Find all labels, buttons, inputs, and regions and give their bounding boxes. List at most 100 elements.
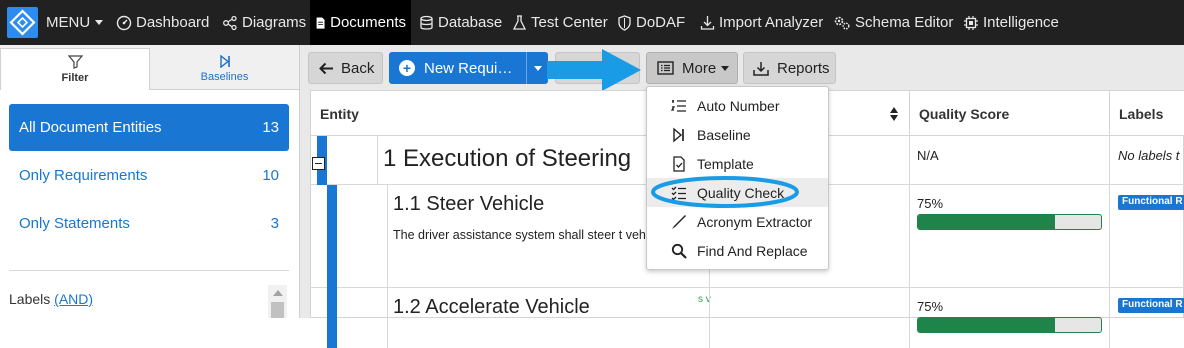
nav-import-analyzer[interactable]: Import Analyzer	[700, 0, 823, 45]
filter-only-requirements[interactable]: Only Requirements 10	[9, 152, 289, 199]
caret-down-icon	[533, 65, 542, 71]
annotation-highlight-ellipse	[651, 176, 799, 208]
labels-mode-link[interactable]: (AND)	[54, 291, 93, 307]
tab-filter-label: Filter	[61, 72, 89, 84]
new-requirement-label: New Requi…	[424, 59, 513, 77]
label-tag[interactable]: Functional R	[1118, 195, 1184, 210]
filter-label: All Document Entities	[19, 119, 162, 136]
nav-dashboard[interactable]: Dashboard	[116, 0, 213, 45]
pen-icon	[672, 215, 686, 229]
app-logo[interactable]	[7, 7, 38, 38]
annotation-arrow	[547, 49, 641, 91]
menu-item-label: Template	[697, 155, 754, 172]
nav-test-center[interactable]: Test Center	[512, 0, 608, 45]
divider	[9, 270, 289, 271]
row-title: 1 Execution of Steering	[383, 145, 632, 172]
tab-baselines-label: Baselines	[200, 71, 249, 83]
filter-only-statements[interactable]: Only Statements 3	[9, 200, 289, 247]
shield-icon	[618, 14, 631, 31]
progress-fill	[918, 215, 1056, 229]
filter-count: 10	[262, 167, 279, 184]
filter-count: 13	[262, 119, 279, 136]
top-navbar: MENU Dashboard Diagrams Documents Databa…	[0, 0, 1184, 45]
baseline-icon	[673, 127, 684, 143]
database-icon	[420, 15, 433, 30]
nav-documents-label: Documents	[330, 14, 406, 31]
progress-fill	[918, 318, 1056, 332]
more-label: More	[682, 59, 717, 77]
filter-label: Only Requirements	[19, 167, 148, 184]
quality-score: 75%	[917, 196, 944, 211]
menu-item-find-and-replace[interactable]: Find And Replace	[647, 236, 828, 265]
menu-item-label: Acronym Extractor	[697, 213, 813, 230]
labels-heading: Labels (AND)	[9, 291, 93, 307]
label-tag[interactable]: Functional R	[1118, 298, 1184, 313]
gears-icon	[834, 16, 850, 29]
download-icon	[753, 61, 769, 76]
nav-database-label: Database	[438, 14, 503, 31]
reports-button[interactable]: Reports	[743, 52, 836, 84]
nav-schema-editor[interactable]: Schema Editor	[833, 0, 953, 45]
nav-database[interactable]: Database	[419, 0, 502, 45]
menu-label: MENU	[46, 14, 91, 31]
sidebar-scrollbar[interactable]	[268, 285, 287, 318]
document-icon	[316, 16, 325, 29]
import-icon	[700, 15, 715, 30]
quality-progress-bar	[917, 317, 1102, 333]
menu-item-acronym-extractor[interactable]: Acronym Extractor	[647, 207, 828, 236]
quality-score: N/A	[917, 148, 939, 163]
filter-all-document-entities[interactable]: All Document Entities 13	[9, 104, 289, 151]
flask-icon	[512, 14, 527, 30]
menu-item-label: Find And Replace	[697, 242, 808, 259]
search-icon	[671, 243, 687, 259]
nav-schema-editor-label: Schema Editor	[855, 14, 954, 31]
list-number-icon	[671, 100, 686, 112]
row-description: The driver assistance system shall steer…	[393, 228, 669, 242]
template-icon	[673, 156, 685, 172]
row-title: 1.2 Accelerate Vehicle	[393, 296, 590, 318]
sort-icon[interactable]	[890, 106, 899, 121]
list-alt-icon	[657, 61, 674, 75]
table-row[interactable]: 1.2 Accelerate Vehicle s v 75% Functiona…	[311, 288, 1184, 348]
new-requirement-button[interactable]: + New Requi…	[389, 52, 548, 84]
nav-import-analyzer-label: Import Analyzer	[719, 14, 824, 31]
more-button[interactable]: More	[646, 52, 738, 84]
labels-empty: No labels t	[1118, 148, 1180, 163]
nav-dodaf[interactable]: DoDAF	[617, 0, 685, 45]
baseline-icon	[219, 55, 230, 68]
row-title: 1.1 Steer Vehicle	[393, 193, 545, 215]
back-button[interactable]: Back	[308, 52, 383, 84]
menu-button[interactable]: MENU	[46, 0, 104, 45]
scrollbar-thumb[interactable]	[271, 302, 284, 318]
caret-down-icon	[721, 65, 730, 71]
nav-intelligence-label: Intelligence	[983, 14, 1059, 31]
menu-item-auto-number[interactable]: Auto Number	[647, 91, 828, 120]
tab-baselines[interactable]: Baselines	[150, 48, 299, 90]
quality-progress-bar	[917, 214, 1102, 230]
filter-count: 3	[270, 215, 279, 232]
sidebar-tabs: Filter Baselines	[0, 45, 299, 90]
menu-item-baseline[interactable]: Baseline	[647, 120, 828, 149]
nav-test-center-label: Test Center	[531, 14, 608, 31]
menu-item-label: Baseline	[697, 126, 751, 143]
column-header-quality-score[interactable]: Quality Score	[909, 91, 1109, 136]
caret-down-icon	[95, 20, 104, 25]
tab-filter[interactable]: Filter	[0, 48, 150, 90]
nav-documents[interactable]: Documents	[310, 0, 411, 45]
collapse-icon[interactable]	[312, 157, 325, 170]
nav-dodaf-label: DoDAF	[636, 14, 686, 31]
filter-label: Only Statements	[19, 215, 130, 232]
nav-dashboard-label: Dashboard	[136, 14, 210, 31]
column-header-labels[interactable]: Labels	[1109, 91, 1184, 136]
labels-title: Labels	[9, 291, 51, 307]
sidebar: Filter Baselines All Document Entities 1…	[0, 45, 300, 318]
level-indicator	[327, 288, 337, 348]
diagram-icon	[223, 15, 237, 30]
level-indicator	[327, 185, 337, 288]
nav-diagrams[interactable]: Diagrams	[222, 0, 306, 45]
scroll-up-icon[interactable]	[273, 290, 283, 296]
nav-intelligence[interactable]: Intelligence	[963, 0, 1059, 45]
plus-circle-icon: +	[399, 60, 415, 76]
quality-score: 75%	[917, 299, 944, 314]
menu-item-template[interactable]: Template	[647, 149, 828, 178]
